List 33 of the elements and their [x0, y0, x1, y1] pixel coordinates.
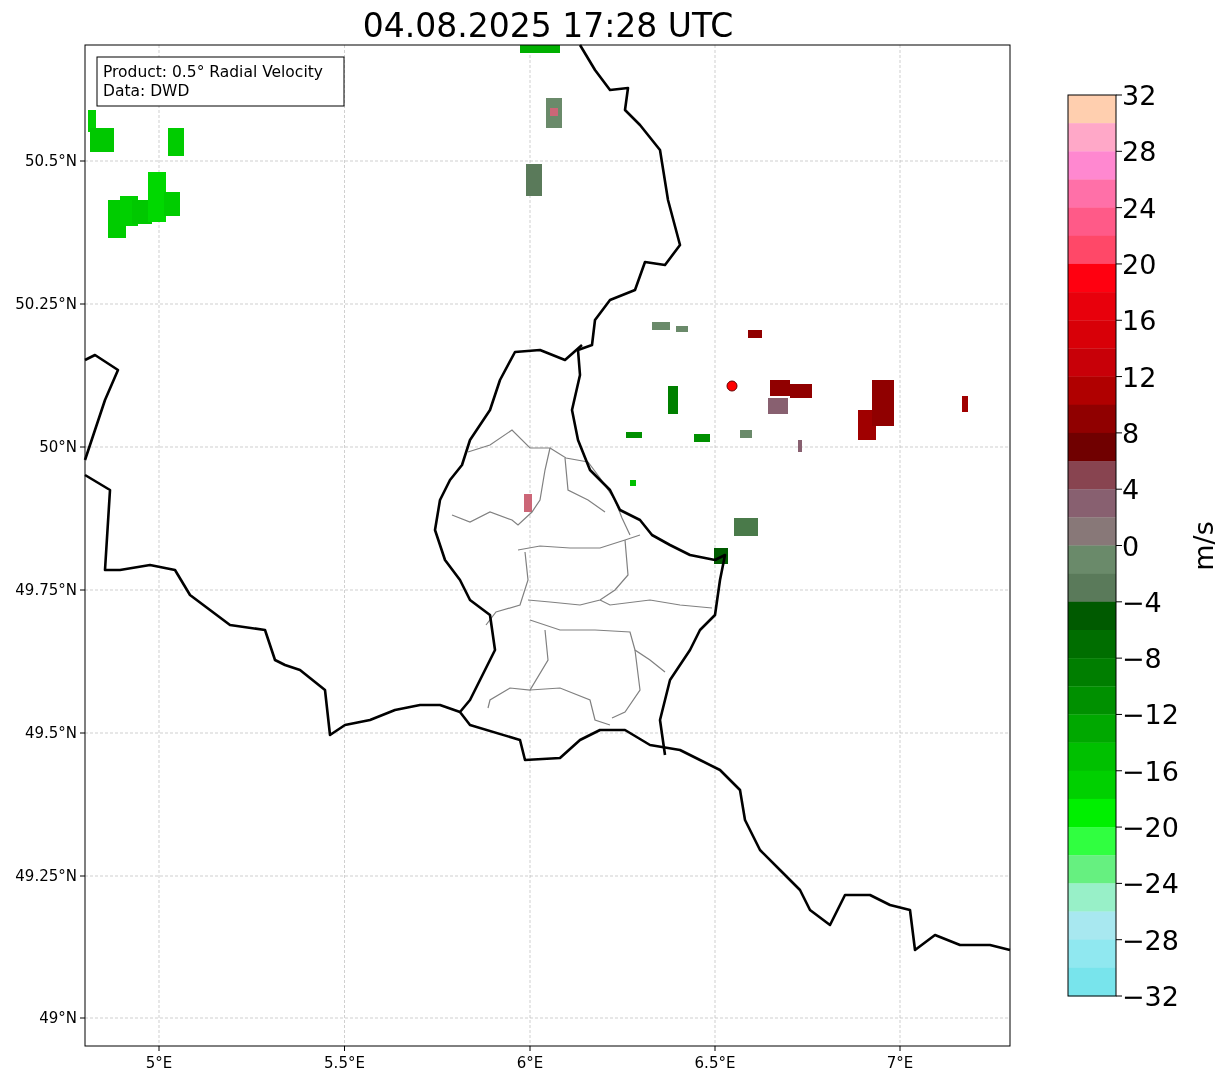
colorbar-tick-label: 4	[1122, 474, 1140, 506]
radar-site-marker	[726, 380, 738, 392]
colorbar-tick-label: 28	[1122, 136, 1157, 168]
colorbar-tick-label: 24	[1122, 192, 1157, 224]
colorbar-tick-label: −8	[1122, 643, 1162, 675]
axis-tick-label: 50.5°N	[24, 152, 77, 170]
axis-tick-label: 5.5°E	[324, 1054, 365, 1072]
colorbar-tick-label: −20	[1122, 812, 1179, 844]
colorbar-tick-label: 8	[1122, 417, 1140, 449]
axis-tick-label: 49.5°N	[24, 724, 77, 742]
colorbar-label: m/s	[1188, 521, 1219, 571]
axis-tick-label: 49°N	[39, 1009, 77, 1027]
colorbar-tick-label: −4	[1122, 586, 1162, 618]
colorbar-tick-label: 32	[1122, 80, 1157, 111]
colorbar-tick-label: 0	[1122, 530, 1140, 562]
chart-title: 04.08.2025 17:28 UTC	[362, 6, 734, 45]
colorbar-tick-label: 16	[1122, 305, 1157, 337]
axis-tick-label: 6°E	[516, 1054, 544, 1072]
colorbar-tick-label: 12	[1122, 361, 1157, 393]
colorbar-tick-label: −16	[1122, 755, 1179, 787]
info-box: Product: 0.5° Radial Velocity Data: DWD	[96, 56, 345, 107]
colorbar-tick-label: −24	[1122, 868, 1179, 900]
colorbar-tick-label: 20	[1122, 248, 1157, 280]
axis-tick-label: 6.5°E	[694, 1054, 736, 1072]
colorbar-tick-label: −12	[1122, 699, 1179, 731]
axis-tick-label: 49.25°N	[15, 867, 77, 885]
axis-tick-label: 50.25°N	[15, 295, 77, 313]
colorbar-tick-label: −32	[1122, 981, 1179, 1012]
axis-tick-label: 5°E	[145, 1054, 173, 1072]
colorbar-tick-label: −28	[1122, 924, 1179, 956]
axis-tick-label: 50°N	[39, 438, 77, 456]
axis-tick-label: 7°E	[886, 1054, 914, 1072]
axis-tick-label: 49.75°N	[15, 581, 77, 599]
